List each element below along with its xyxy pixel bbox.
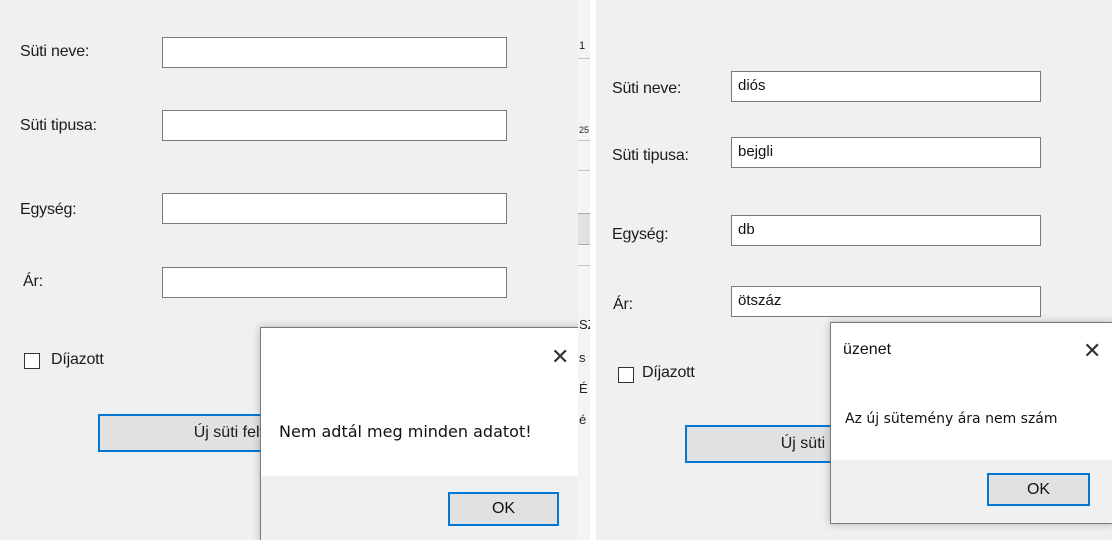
- bg-text-fragment: 25: [579, 125, 590, 135]
- error-message-dialog: üzenet ✕ Az új sütemény ára nem szám OK: [830, 322, 1112, 524]
- price-input[interactable]: [162, 267, 507, 298]
- awarded-label: Díjazott: [642, 364, 695, 381]
- bg-button-edge: [578, 213, 590, 245]
- dialog-title: üzenet: [843, 341, 892, 358]
- bg-text-fragment: s: [579, 350, 586, 365]
- ok-button[interactable]: OK: [987, 473, 1090, 506]
- close-icon[interactable]: ✕: [1083, 340, 1101, 362]
- cookie-type-label: Süti tipusa:: [612, 147, 689, 164]
- bg-text-fragment: é: [579, 412, 587, 427]
- bg-row-divider: [578, 170, 590, 171]
- close-icon[interactable]: ✕: [551, 346, 569, 368]
- cookie-type-label: Süti tipusa:: [20, 117, 97, 134]
- cookie-name-label: Süti neve:: [612, 80, 682, 97]
- awarded-label: Díjazott: [51, 351, 104, 368]
- cookie-name-input[interactable]: [162, 37, 507, 68]
- bg-row-divider: [578, 265, 590, 266]
- right-form-window: Süti neve: diós Süti tipusa: bejgli Egys…: [596, 0, 1112, 540]
- ok-button[interactable]: OK: [448, 492, 559, 526]
- cookie-type-input[interactable]: [162, 110, 507, 141]
- dialog-message: Az új sütemény ára nem szám: [845, 411, 1058, 427]
- price-input[interactable]: ötszáz: [731, 286, 1041, 317]
- background-window-strip: 1 25 SZ s É é: [578, 0, 590, 540]
- price-label: Ár:: [613, 296, 633, 313]
- cookie-type-input[interactable]: bejgli: [731, 137, 1041, 168]
- bg-row-divider: [578, 140, 590, 141]
- unit-label: Egység:: [20, 201, 77, 218]
- left-form-window: Süti neve: Süti tipusa: Egység: Ár: Díja…: [0, 0, 584, 540]
- unit-input[interactable]: [162, 193, 507, 224]
- error-message-dialog: ✕ Nem adtál meg minden adatot! OK: [260, 327, 584, 540]
- cookie-name-input[interactable]: diós: [731, 71, 1041, 102]
- awarded-checkbox[interactable]: [24, 353, 40, 369]
- bg-row-divider: [578, 58, 590, 59]
- unit-label: Egység:: [612, 226, 669, 243]
- unit-input[interactable]: db: [731, 215, 1041, 246]
- bg-text-fragment: É: [579, 381, 588, 396]
- price-label: Ár:: [23, 273, 43, 290]
- awarded-checkbox[interactable]: [618, 367, 634, 383]
- bg-text-fragment: SZ: [579, 317, 590, 332]
- cookie-name-label: Süti neve:: [20, 43, 90, 60]
- dialog-message: Nem adtál meg minden adatot!: [279, 422, 532, 441]
- bg-text-fragment: 1: [579, 40, 586, 52]
